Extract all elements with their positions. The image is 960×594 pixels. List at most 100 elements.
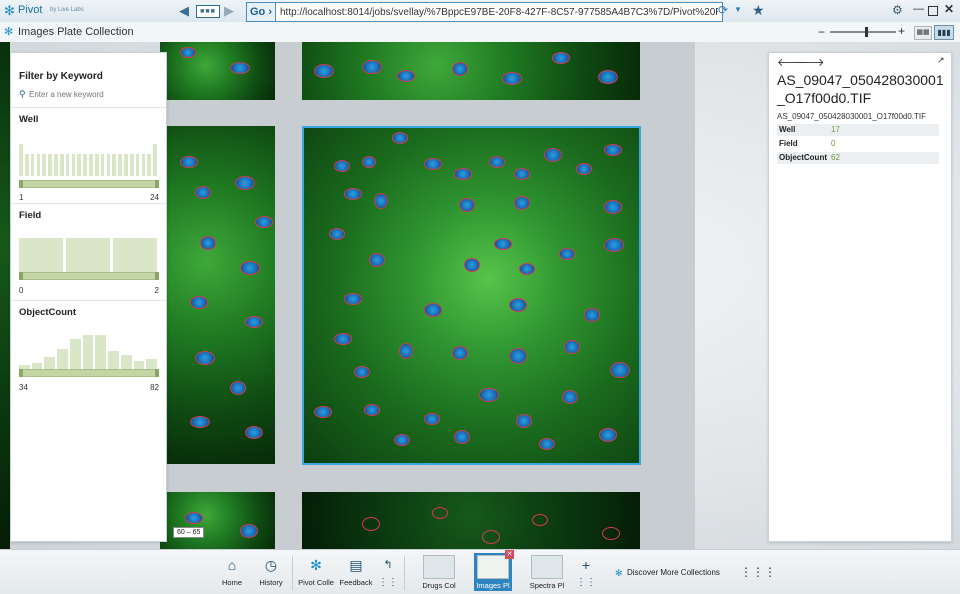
info-value[interactable]: 62 xyxy=(831,152,840,164)
histogram-bar[interactable] xyxy=(36,154,41,176)
histogram-bar[interactable] xyxy=(100,154,105,176)
facet-well[interactable]: Well 1 24 xyxy=(11,107,166,204)
histogram-bar[interactable] xyxy=(59,154,64,176)
search-icon: ⚲ xyxy=(19,89,26,99)
histogram-bar[interactable] xyxy=(82,335,94,369)
histogram-bar[interactable] xyxy=(129,154,134,176)
zoom-slider-thumb[interactable] xyxy=(865,27,868,37)
close-icon[interactable]: ✕ xyxy=(505,550,514,559)
info-value[interactable]: 0 xyxy=(831,138,835,150)
histogram-bar[interactable] xyxy=(112,154,117,176)
range-slider[interactable] xyxy=(19,369,159,377)
histogram-bar[interactable] xyxy=(113,238,157,272)
facet-objectcount[interactable]: ObjectCount 34 82 xyxy=(11,300,166,401)
pivot-collections-button[interactable]: ✻ Pivot Colle xyxy=(296,553,336,593)
facet-field[interactable]: Field 0 2 xyxy=(11,203,166,301)
maximize-icon[interactable] xyxy=(928,6,938,16)
range-max-thumb[interactable] xyxy=(155,272,159,280)
grid-band xyxy=(275,42,302,549)
zoom-slider[interactable] xyxy=(830,31,896,33)
range-min-thumb[interactable] xyxy=(19,369,23,377)
histogram-bar[interactable] xyxy=(57,349,68,369)
go-button[interactable]: Go › xyxy=(246,2,276,22)
histogram-bar[interactable] xyxy=(106,154,111,176)
apps-icon[interactable]: ⋮⋮⋮ xyxy=(740,565,776,579)
range-slider[interactable] xyxy=(19,272,159,280)
histogram-bar[interactable] xyxy=(108,351,119,369)
histogram-bar[interactable] xyxy=(95,335,107,369)
address-input[interactable] xyxy=(276,2,723,22)
histogram-bar[interactable] xyxy=(118,154,122,176)
histogram-bar[interactable] xyxy=(133,361,145,369)
histogram-bar[interactable] xyxy=(83,154,87,176)
star-icon[interactable]: ★ xyxy=(752,2,765,19)
image-tile[interactable] xyxy=(160,42,275,100)
selected-image-tile[interactable] xyxy=(302,126,641,465)
histogram-bar[interactable] xyxy=(77,154,82,176)
histogram-bar[interactable] xyxy=(135,154,140,176)
histogram-bar[interactable] xyxy=(44,357,56,369)
histogram-bar[interactable] xyxy=(54,154,58,176)
histogram-bar[interactable] xyxy=(71,154,76,176)
zoom-out-icon[interactable]: − xyxy=(818,25,825,39)
zoom-in-icon[interactable]: + xyxy=(898,24,905,38)
histogram-bar[interactable] xyxy=(153,144,157,176)
discover-more-collections-link[interactable]: Discover More Collections xyxy=(627,568,720,577)
histogram-bar[interactable] xyxy=(65,154,70,176)
histogram-bar[interactable] xyxy=(124,154,128,176)
facet-histogram[interactable] xyxy=(19,232,157,272)
image-tile[interactable] xyxy=(160,492,275,549)
grid-nav-icon[interactable]: ■■■ xyxy=(196,5,220,18)
history-icon: ◷ xyxy=(264,557,278,573)
histogram-bar[interactable] xyxy=(19,144,23,176)
forward-arrow-icon[interactable]: ▶ xyxy=(221,3,237,18)
info-value[interactable]: 17 xyxy=(831,124,840,136)
range-min-thumb[interactable] xyxy=(19,272,23,280)
home-button[interactable]: ⌂ Home xyxy=(216,553,248,593)
facet-histogram[interactable] xyxy=(19,136,157,176)
info-row: ObjectCount 62 xyxy=(777,152,939,164)
image-tile[interactable] xyxy=(160,126,275,464)
histogram-bar[interactable] xyxy=(66,238,110,272)
gear-icon[interactable]: ⚙ xyxy=(892,3,903,17)
add-collection-button[interactable]: + ⋮⋮ xyxy=(576,553,596,593)
feedback-button[interactable]: ▤ Feedback xyxy=(338,553,374,593)
histogram-bar[interactable] xyxy=(141,154,146,176)
collection-spectra[interactable]: Spectra Pl xyxy=(528,553,566,591)
facet-title: Well xyxy=(19,114,39,125)
histogram-bar[interactable] xyxy=(24,154,29,176)
histogram-bar[interactable] xyxy=(147,154,152,176)
collection-images[interactable]: Images Pl ✕ xyxy=(474,550,514,591)
grid-view-icon[interactable]: ▦▦ xyxy=(914,26,932,40)
graph-view-icon[interactable]: ▮▮▮ xyxy=(934,25,954,40)
image-tile[interactable] xyxy=(302,492,640,549)
back-to-collection-button[interactable]: ↰ ⋮⋮ xyxy=(378,553,398,593)
histogram-bar[interactable] xyxy=(30,154,35,176)
range-max-thumb[interactable] xyxy=(155,369,159,377)
range-min-thumb[interactable] xyxy=(19,180,23,188)
minimize-icon[interactable]: — xyxy=(913,3,924,15)
keyword-search-input[interactable] xyxy=(29,88,159,100)
close-icon[interactable]: ✕ xyxy=(944,2,954,16)
facet-histogram[interactable] xyxy=(19,329,157,369)
image-tile[interactable] xyxy=(302,42,640,100)
histogram-bar[interactable] xyxy=(48,154,52,176)
histogram-bar[interactable] xyxy=(94,154,99,176)
refresh-icon[interactable]: ⟳ xyxy=(718,3,728,17)
pivot-icon: ✻ xyxy=(310,557,322,573)
back-arrow-icon[interactable]: ◀ xyxy=(176,3,192,18)
chevron-down-icon[interactable]: ▼ xyxy=(734,5,742,14)
pin-icon[interactable]: ↗ xyxy=(937,55,945,66)
histogram-bar[interactable] xyxy=(69,339,81,369)
histogram-bar[interactable] xyxy=(42,154,47,176)
histogram-bar[interactable] xyxy=(120,355,132,369)
image-tile[interactable] xyxy=(0,42,10,549)
history-button[interactable]: ◷ History xyxy=(254,553,288,593)
range-max-thumb[interactable] xyxy=(155,180,159,188)
histogram-bar[interactable] xyxy=(89,154,93,176)
range-slider[interactable] xyxy=(19,180,159,188)
histogram-bar[interactable] xyxy=(146,359,157,369)
histogram-bar[interactable] xyxy=(19,238,63,272)
forward-arrow-icon[interactable]: 🡒 xyxy=(795,55,825,69)
collection-drugs[interactable]: Drugs Col xyxy=(420,553,458,591)
